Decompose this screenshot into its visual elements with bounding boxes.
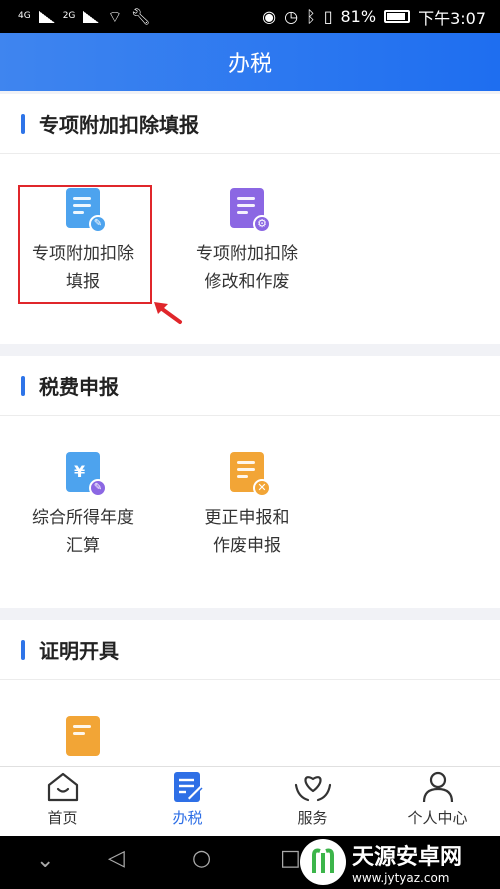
section-title: 专项附加扣除填报 <box>39 113 199 137</box>
special-deduction-modify-button[interactable]: ⚙ 专项附加扣除 修改和作废 <box>172 188 322 296</box>
page-header: 办税 <box>0 33 500 91</box>
vibrate-icon: ▯ <box>323 7 333 26</box>
tab-service[interactable]: 服务 <box>250 767 375 836</box>
page-title: 办税 <box>227 52 272 77</box>
section-accent-bar <box>21 113 25 134</box>
section-accent-bar <box>21 375 25 396</box>
signal-icon <box>38 10 55 23</box>
section-header: 证明开具 <box>0 620 500 680</box>
tile-label-line1: 综合所得年度 <box>32 508 134 528</box>
tab-tax[interactable]: 办税 <box>125 767 250 836</box>
home-circle-icon[interactable]: ○ <box>192 846 211 871</box>
signal-icon-2 <box>83 10 100 23</box>
tab-label: 首页 <box>47 809 78 827</box>
tile-label-line2: 修改和作废 <box>204 272 290 292</box>
section-title: 税费申报 <box>39 375 119 399</box>
home-icon <box>47 772 78 802</box>
tile-label-line2: 汇算 <box>66 536 100 556</box>
bluetooth-icon: ᛒ <box>306 7 316 26</box>
network-2g-label: 2G <box>62 11 76 21</box>
heart-hands-icon <box>294 776 331 802</box>
section-tax-filing: 税费申报 ¥ ✎ 综合所得年度 汇算 ✕ 更正申报和 作废申报 <box>0 356 500 608</box>
alarm-icon: ◷ <box>284 7 299 26</box>
collapse-icon[interactable]: ⌄ <box>36 848 54 873</box>
tile-label-line1: 专项附加扣除 <box>196 244 298 264</box>
battery-percent: 81% <box>340 7 377 26</box>
tab-profile[interactable]: 个人中心 <box>375 767 500 836</box>
status-bar: 4G 2G ⌔ 🔧︎ ◉ ◷ ᛒ ▯ 81% 下午3:07 <box>0 0 500 33</box>
section-title: 证明开具 <box>39 639 119 663</box>
watermark-name: 天源安卓网 <box>352 844 463 870</box>
section-accent-bar <box>21 639 25 660</box>
tab-label: 服务 <box>297 809 328 827</box>
correct-cancel-filing-button[interactable]: ✕ 更正申报和 作废申报 <box>172 452 322 560</box>
wrench-icon: 🔧︎ <box>130 7 151 26</box>
person-icon <box>422 771 453 803</box>
recents-icon[interactable]: □ <box>280 846 301 871</box>
tab-home[interactable]: 首页 <box>0 767 125 836</box>
settings-doc-icon: ⚙ <box>230 188 271 233</box>
tab-label: 个人中心 <box>407 809 468 827</box>
tax-doc-icon <box>173 772 203 802</box>
tile-label-line1: 更正申报和 <box>204 508 290 528</box>
network-4g-label: 4G <box>18 11 31 21</box>
section-header: 税费申报 <box>0 356 500 416</box>
cancel-doc-icon: ✕ <box>230 452 271 497</box>
section-certificate: 证明开具 <box>0 620 500 770</box>
tab-label: 办税 <box>172 809 203 827</box>
watermark: 天源安卓网 www.jytyaz.com <box>300 834 500 889</box>
highlight-box <box>18 185 152 304</box>
eye-icon: ◉ <box>262 7 277 26</box>
annual-settlement-button[interactable]: ¥ ✎ 综合所得年度 汇算 <box>8 452 158 560</box>
watermark-logo-icon <box>300 838 346 885</box>
watermark-url: www.jytyaz.com <box>352 870 450 885</box>
battery-icon <box>384 10 411 23</box>
back-icon[interactable]: ◁ <box>108 846 125 871</box>
red-arrow-icon <box>154 302 182 324</box>
wifi-icon: ⌔ <box>107 6 123 26</box>
tile-label-line2: 作废申报 <box>213 536 281 556</box>
certificate-button[interactable] <box>8 716 158 768</box>
bottom-tab-bar: 首页 办税 服务 个人中心 <box>0 766 500 836</box>
section-header: 专项附加扣除填报 <box>0 94 500 154</box>
certificate-doc-icon <box>66 716 100 756</box>
yen-doc-icon: ¥ ✎ <box>66 452 107 497</box>
clock-time: 下午3:07 <box>418 8 486 28</box>
